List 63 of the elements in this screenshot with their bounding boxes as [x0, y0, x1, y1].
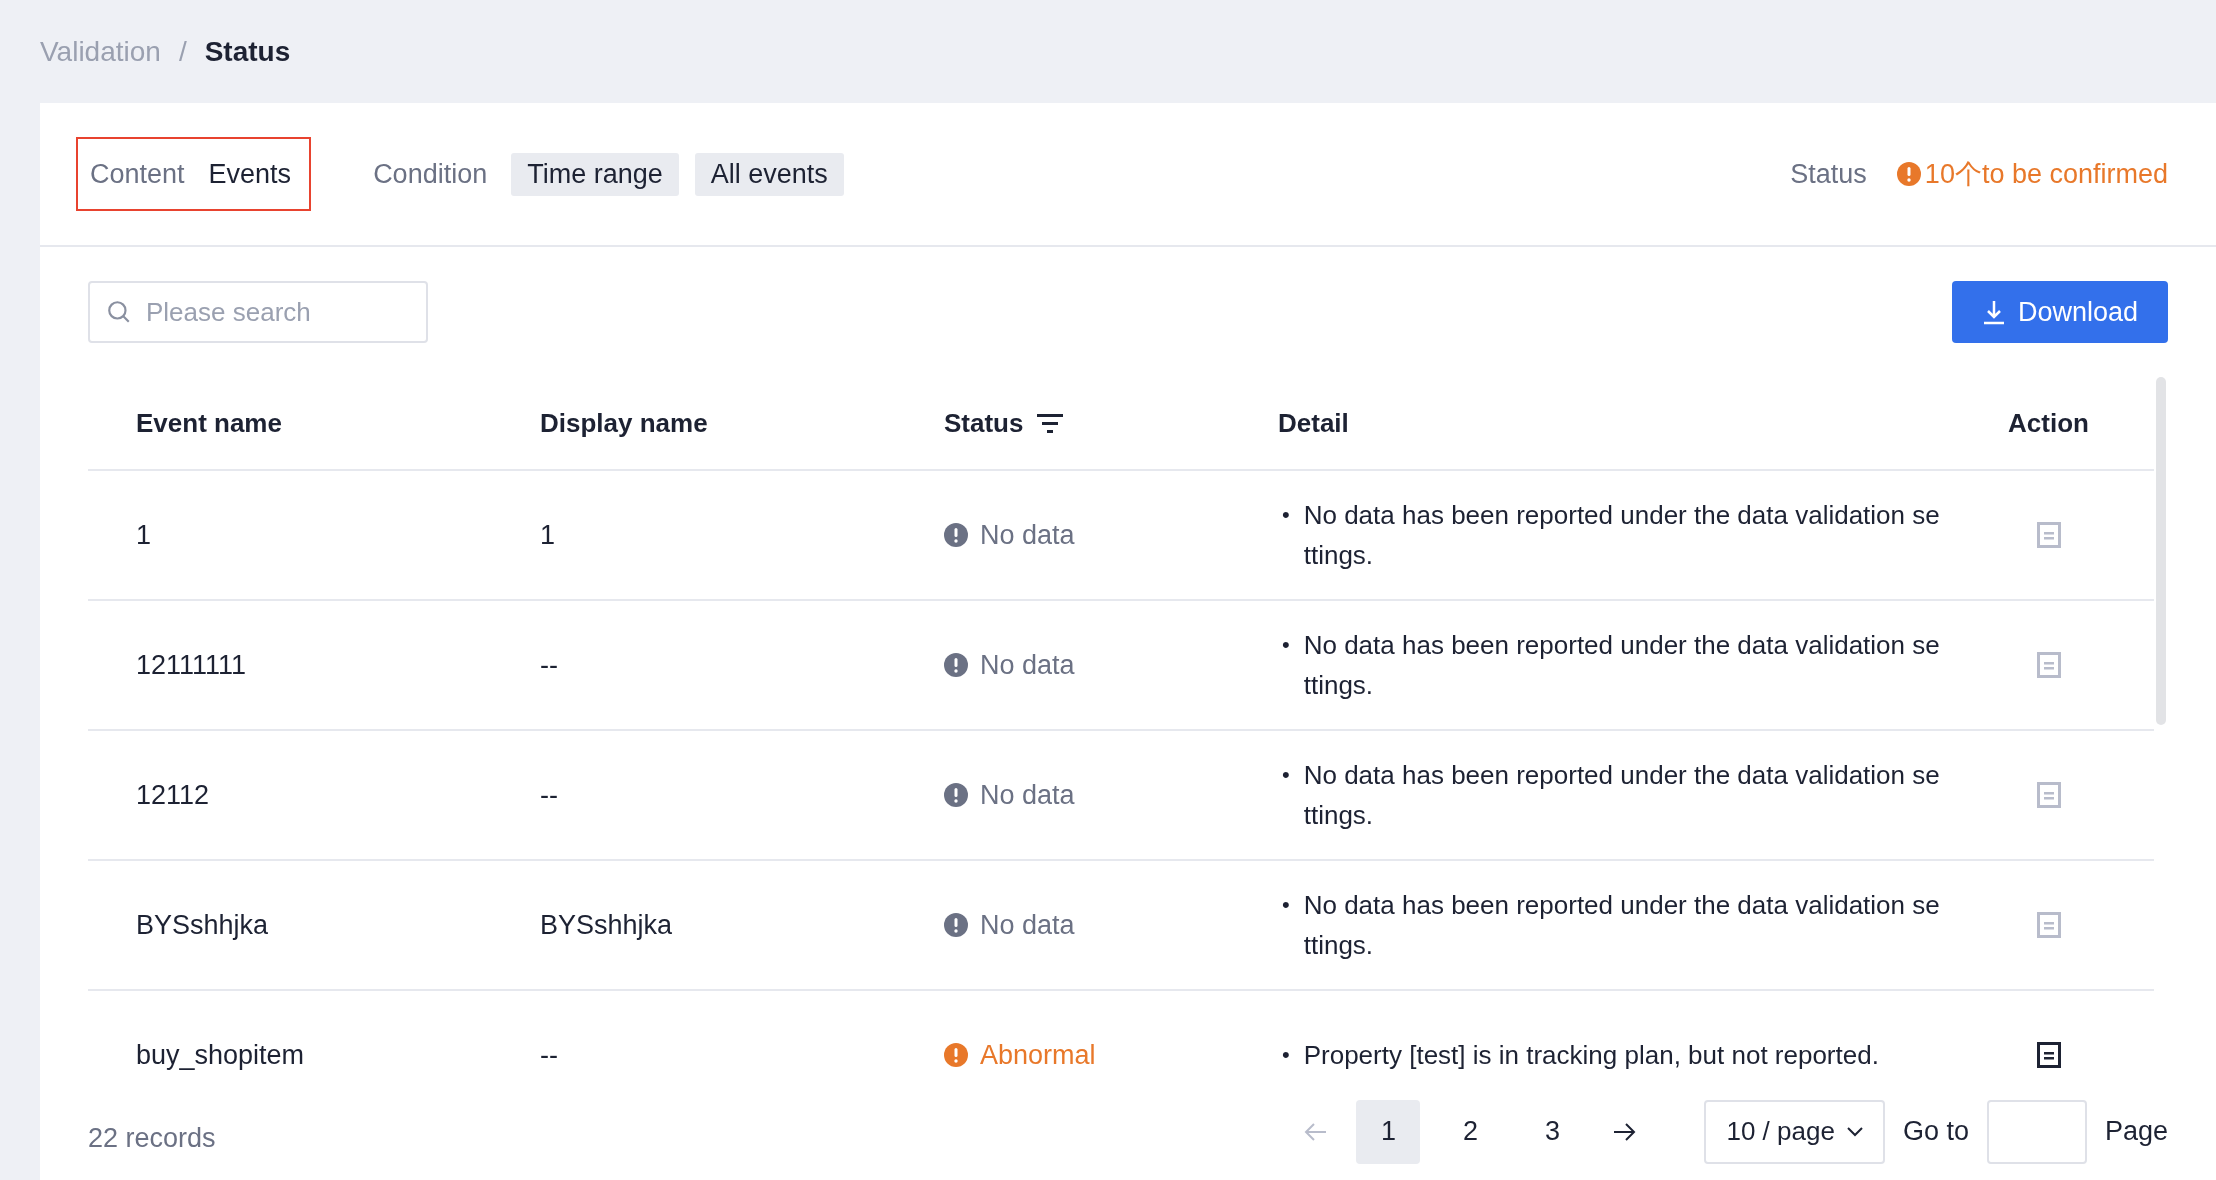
detail-text: Property [test] is in tracking plan, but not reported.: [1303, 1039, 1880, 1072]
table-cell-text: 1: [135, 519, 153, 551]
scrollbar[interactable]: [2156, 377, 2166, 725]
status-text: No data: [980, 649, 1075, 681]
detail-text: No data has been reported under the data validation se ttings.: [1303, 889, 1941, 962]
alert-icon: [944, 783, 968, 807]
bullet: •: [1282, 631, 1290, 659]
page-label: Page: [2104, 1116, 2168, 1147]
right-arrow-icon: [1612, 1121, 1637, 1142]
caret-icon: [1846, 1126, 1863, 1137]
goto-label: Go to: [1902, 1116, 1969, 1147]
table-cell-text: 12111111: [135, 649, 248, 681]
alert-icon: [1896, 162, 1921, 186]
breadcrumb-item: Status: [204, 35, 291, 68]
document-icon[interactable]: [2036, 1042, 2061, 1068]
column-header: Detail: [1278, 407, 1350, 439]
status-text: No data: [980, 909, 1075, 941]
breadcrumb-separator: /: [178, 35, 187, 68]
bullet: •: [1282, 501, 1290, 529]
alert-icon: [944, 913, 968, 937]
records-count: 22 records: [88, 1123, 216, 1154]
status-text: No data: [980, 519, 1075, 551]
filter-icon[interactable]: [1037, 412, 1064, 434]
warning-text: 10个to be confirmed: [1924, 158, 2168, 191]
view-tab[interactable]: Content: [90, 158, 185, 190]
table-cell-text: buy_shopitem: [135, 1039, 306, 1071]
alert-icon: [944, 1043, 968, 1067]
column-header: Event name: [135, 407, 283, 439]
bullet: •: [1282, 891, 1290, 919]
view-tab[interactable]: Events: [208, 158, 292, 190]
status-text: Abnormal: [980, 1039, 1096, 1071]
download-button[interactable]: Download: [1951, 281, 2168, 343]
page-button[interactable]: 2: [1438, 1099, 1503, 1164]
column-header: Status: [944, 407, 1278, 439]
filter-chip[interactable]: Time range: [511, 152, 679, 196]
filter-label: Condition: [373, 158, 488, 190]
table-cell-text: --: [540, 649, 559, 681]
search-field[interactable]: Please search: [88, 281, 428, 343]
page-size-select[interactable]: 10 / page: [1704, 1099, 1885, 1164]
table-cell-text: --: [540, 1039, 559, 1071]
detail-text: No data has been reported under the data validation se ttings.: [1303, 629, 1941, 702]
left-arrow-icon: [1304, 1121, 1329, 1142]
download-icon: [1981, 299, 2006, 325]
page-button[interactable]: 1: [1356, 1099, 1421, 1164]
page-input[interactable]: [1986, 1099, 2087, 1164]
detail-text: No data has been reported under the data validation se ttings.: [1303, 759, 1941, 832]
table-cell-text: BYSshhjka: [540, 909, 674, 941]
column-header: Display name: [540, 407, 709, 439]
status-label: Status: [1790, 158, 1867, 190]
search-icon: [106, 299, 132, 325]
table-cell-text: 1: [540, 519, 557, 551]
alert-icon: [944, 653, 968, 677]
page-button[interactable]: 3: [1520, 1099, 1585, 1164]
detail-text: No data has been reported under the data validation se ttings.: [1303, 499, 1941, 572]
status-text: No data: [980, 779, 1075, 811]
table-cell-text: --: [540, 779, 559, 811]
bullet: •: [1282, 1041, 1290, 1069]
alert-icon: [944, 523, 968, 547]
column-header: Action: [2007, 407, 2090, 439]
bullet: •: [1282, 761, 1290, 789]
table-cell-text: 12112: [135, 779, 211, 811]
filter-chip[interactable]: All events: [694, 152, 844, 196]
table-cell-text: BYSshhjka: [135, 909, 270, 941]
